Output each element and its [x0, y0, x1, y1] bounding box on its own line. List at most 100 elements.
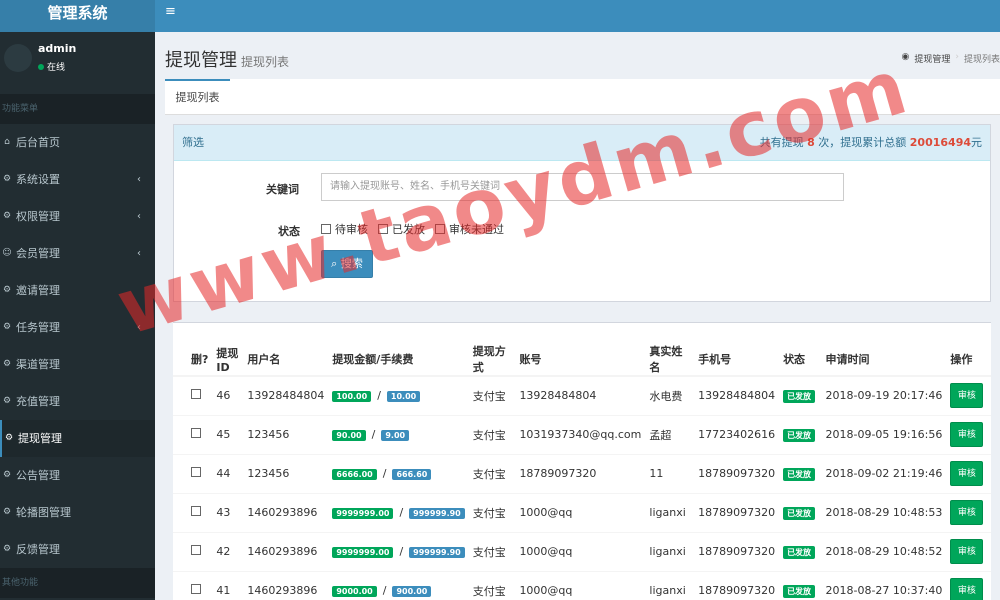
real-name: liganxi [645, 531, 695, 571]
sidebar-item-label: 系统设置 [16, 173, 60, 186]
sidebar-item-4[interactable]: ⚙ 邀请管理 [0, 272, 155, 309]
sidebar-item-9[interactable]: ⚙ 公告管理 [0, 457, 155, 494]
app-logo[interactable]: 管理系统 [0, 0, 155, 32]
status-checkbox[interactable] [378, 224, 388, 234]
withdraw-method: 支付宝 [468, 570, 516, 600]
username: 1460293896 [243, 492, 329, 532]
fee-badge: 10.00 [386, 391, 421, 403]
amount-badge: 9999999.00 [332, 547, 394, 558]
breadcrumb-home[interactable]: 提现管理 [914, 52, 950, 65]
status-checkboxes: 待审核 已发放 审核未通过 [321, 221, 504, 237]
sidebar-item-2[interactable]: ⚙ 权限管理 ‹ [0, 198, 155, 235]
apply-time: 2018-08-27 10:37:40 [821, 570, 947, 600]
review-button[interactable]: 审核 [950, 422, 984, 447]
withdraw-id: 43 [212, 492, 244, 532]
row-checkbox[interactable] [191, 467, 201, 477]
withdraw-id: 41 [212, 570, 244, 600]
real-name: liganxi [645, 570, 695, 600]
real-name: 孟超 [645, 414, 695, 454]
menu-footer-header: 其他功能 [0, 568, 155, 598]
user-name: admin [38, 42, 77, 55]
review-button[interactable]: 审核 [950, 461, 984, 486]
action-cell: 审核 [946, 414, 991, 454]
phone: 18789097320 [694, 492, 780, 532]
cogs-icon: ⚙ [2, 211, 12, 221]
status-cell: 已发放 [779, 375, 822, 415]
status-option-0[interactable]: 待审核 [321, 221, 368, 237]
review-button[interactable]: 审核 [950, 539, 984, 564]
real-name: 11 [645, 453, 695, 493]
review-button[interactable]: 审核 [950, 383, 984, 409]
status-checkbox[interactable] [435, 224, 445, 234]
table-row: 41 1460293896 9000.00 / 900.00 支付宝 1000@qq liga… [173, 570, 991, 600]
fee-badge: 999999.90 [409, 547, 465, 558]
withdraw-method: 支付宝 [468, 531, 516, 571]
review-button[interactable]: 审核 [950, 500, 984, 525]
row-select-cell [173, 375, 213, 415]
username: 123456 [243, 414, 329, 454]
apply-time: 2018-09-02 21:19:46 [821, 453, 947, 493]
page-title-text: 提现管理 [165, 50, 237, 71]
sidebar-item-0[interactable]: ⌂ 后台首页 [0, 124, 155, 161]
sidebar-item-10[interactable]: ⚙ 轮播图管理 [0, 494, 155, 531]
breadcrumb: ◉ 提现管理 › 提现列表 [902, 52, 1000, 65]
row-checkbox[interactable] [191, 545, 201, 555]
table-row: 45 123456 90.00 / 9.00 支付宝 1031937340@qq.com 孟超… [173, 414, 991, 454]
search-button[interactable]: ⌕ 搜索 [321, 250, 373, 278]
column-header: 账号 [515, 343, 646, 377]
keyword-input[interactable]: 请输入提现账号、姓名、手机号关键词 [321, 173, 844, 201]
username: 1460293896 [243, 570, 329, 600]
action-cell: 审核 [946, 570, 991, 600]
row-checkbox[interactable] [191, 584, 201, 595]
withdraw-id: 46 [212, 375, 244, 415]
sidebar-item-11[interactable]: ⚙ 反馈管理 [0, 531, 155, 568]
sidebar-item-label: 任务管理 [16, 321, 60, 334]
row-select-cell [173, 453, 213, 493]
phone: 18789097320 [694, 570, 780, 600]
sidebar-item-1[interactable]: ⚙ 系统设置 ‹ [0, 161, 155, 198]
amount-badge: 90.00 [332, 430, 366, 441]
user-status-text: 在线 [47, 63, 66, 73]
withdraw-table-panel: 删? 提现ID 用户名 提现金额/手续费 提现方式 账号 真实姓名 手机号 状态 申请时间 操作 4… [173, 322, 991, 600]
action-cell: 审核 [946, 492, 991, 532]
row-checkbox[interactable] [191, 506, 201, 516]
tab-withdraw-list[interactable]: 提现列表 [165, 79, 230, 115]
sidebar-item-7[interactable]: ⚙ 充值管理 [0, 383, 155, 420]
account: 1031937340@qq.com [515, 414, 646, 454]
fee-badge: 900.00 [392, 586, 432, 598]
account: 18789097320 [515, 453, 646, 493]
sidebar-item-8[interactable]: ⚙ 提现管理 [0, 420, 155, 457]
sidebar-item-6[interactable]: ⚙ 渠道管理 [0, 346, 155, 383]
cogs-icon: ⚙ [2, 396, 12, 406]
summary-count: 8 [807, 136, 815, 149]
status-badge: 已发放 [783, 389, 816, 403]
amount-separator: / [399, 506, 404, 519]
cogs-icon: ⚙ [2, 174, 12, 184]
sidebar-toggle-icon[interactable]: ≡ [155, 0, 1000, 24]
chevron-left-icon: ‹ [137, 174, 141, 185]
withdraw-table: 删? 提现ID 用户名 提现金额/手续费 提现方式 账号 真实姓名 手机号 状态 申请时间 操作 4… [173, 343, 991, 600]
search-button-label: 搜索 [340, 257, 363, 270]
amount-badge: 6666.00 [332, 469, 377, 480]
status-option-2[interactable]: 审核未通过 [435, 221, 504, 237]
username: 1460293896 [243, 531, 329, 571]
table-body: 46 13928484804 100.00/10.00 支付宝 13928484804 水… [173, 375, 991, 600]
withdraw-method: 支付宝 [468, 492, 516, 532]
status-checkbox[interactable] [321, 224, 331, 234]
amount-fee-cell: 9000.00 / 900.00 [328, 570, 469, 600]
apply-time: 2018-08-29 10:48:52 [821, 531, 947, 571]
review-button[interactable]: 审核 [950, 578, 984, 600]
cogs-icon: ⚙ [4, 433, 14, 443]
sidebar-item-3[interactable]: ☺ 会员管理 ‹ [0, 235, 155, 272]
status-option-1[interactable]: 已发放 [378, 221, 425, 237]
sidebar-item-label: 会员管理 [16, 247, 60, 260]
status-badge: 已发放 [783, 428, 816, 442]
row-checkbox[interactable] [191, 428, 201, 438]
sidebar-item-label: 公告管理 [16, 469, 60, 482]
sidebar-item-5[interactable]: ⚙ 任务管理 ‹ [0, 309, 155, 346]
row-checkbox[interactable] [191, 389, 201, 400]
sidebar-item-label: 轮播图管理 [16, 506, 71, 519]
amount-separator: / [377, 389, 381, 403]
cogs-icon: ⚙ [2, 507, 12, 517]
withdraw-method: 支付宝 [468, 414, 516, 454]
